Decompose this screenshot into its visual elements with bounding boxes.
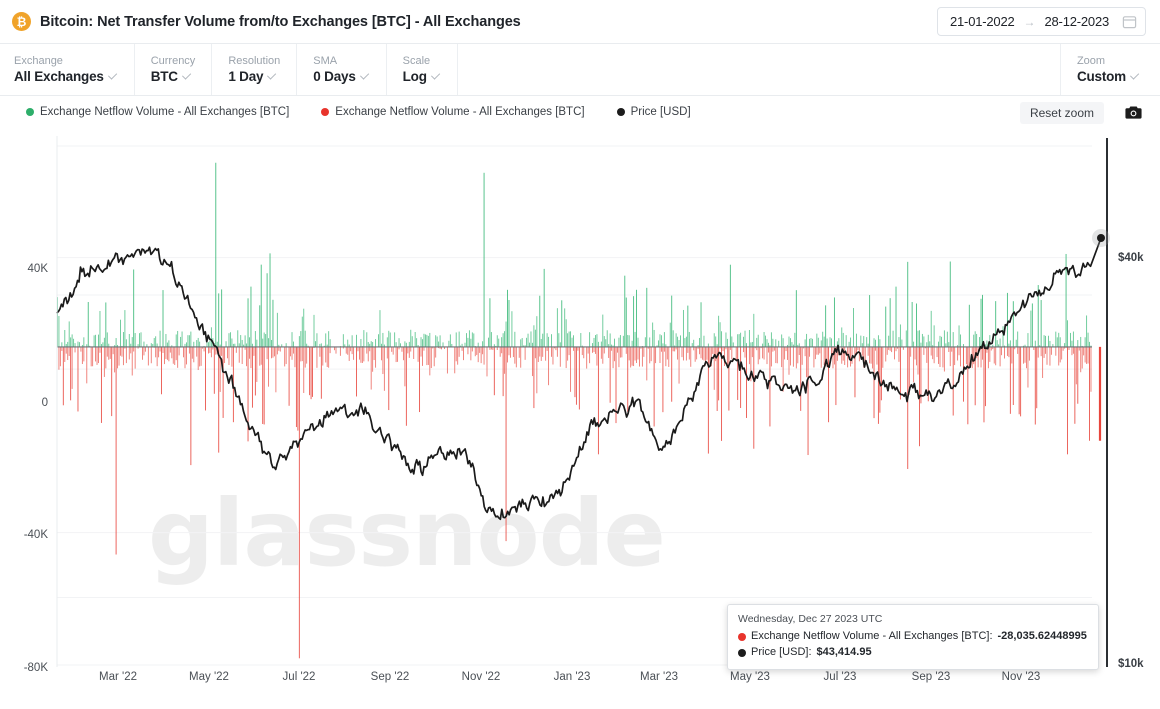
svg-text:Jul '22: Jul '22 — [283, 671, 316, 683]
tooltip-dot-red — [738, 633, 746, 642]
tooltip-netflow-label: Exchange Netflow Volume - All Exchanges … — [751, 630, 993, 643]
control-currency-label: Currency — [150, 54, 196, 67]
control-sma-label: SMA — [313, 54, 338, 67]
control-currency[interactable]: Currency BTC — [135, 44, 213, 95]
calendar-icon[interactable] — [1122, 14, 1137, 29]
tooltip-dot-black — [738, 649, 746, 658]
camera-icon[interactable] — [1120, 101, 1146, 123]
chart-header: ₿ Bitcoin: Net Transfer Volume from/to E… — [0, 0, 1160, 44]
control-scale[interactable]: Scale Log — [387, 44, 458, 95]
page-title: Bitcoin: Net Transfer Volume from/to Exc… — [40, 13, 521, 30]
date-to[interactable]: 28-12-2023 — [1045, 14, 1110, 29]
svg-text:Jul '23: Jul '23 — [824, 671, 857, 683]
date-from[interactable]: 21-01-2022 — [950, 14, 1015, 29]
control-scale-label: Scale — [402, 54, 431, 67]
svg-text:Nov '23: Nov '23 — [1002, 671, 1041, 683]
legend-dot-red — [321, 108, 330, 116]
legend-label: Price [USD] — [630, 106, 691, 118]
control-zoom-label: Zoom — [1076, 54, 1106, 67]
control-currency-value[interactable]: BTC — [151, 69, 196, 84]
svg-text:$40k: $40k — [1118, 252, 1144, 264]
chart-toolbar: Exchange All Exchanges Currency BTC Reso… — [0, 44, 1160, 96]
legend-item-netflow-positive[interactable]: Exchange Netflow Volume - All Exchanges … — [26, 106, 289, 118]
legend-item-netflow-negative[interactable]: Exchange Netflow Volume - All Exchanges … — [321, 106, 585, 118]
control-exchange-label: Exchange — [14, 54, 63, 67]
control-zoom[interactable]: Zoom Custom — [1059, 44, 1160, 95]
chevron-down-icon — [430, 70, 440, 81]
svg-text:Nov '22: Nov '22 — [462, 671, 501, 683]
bitcoin-logo-icon: ₿ — [12, 12, 31, 31]
chart-legend: Exchange Netflow Volume - All Exchanges … — [0, 96, 1160, 128]
svg-text:Mar '23: Mar '23 — [640, 671, 678, 683]
control-zoom-value[interactable]: Custom — [1077, 69, 1140, 84]
svg-text:Sep '22: Sep '22 — [371, 671, 410, 683]
control-sma-value[interactable]: 0 Days — [313, 69, 369, 84]
svg-text:0: 0 — [42, 397, 48, 409]
chevron-down-icon — [107, 70, 117, 81]
chevron-down-icon — [1129, 70, 1140, 81]
control-scale-value[interactable]: Log — [403, 69, 441, 84]
control-resolution-label: Resolution — [228, 54, 281, 67]
chevron-down-icon — [181, 70, 192, 81]
svg-text:May '23: May '23 — [730, 671, 770, 683]
chevron-down-icon — [267, 70, 277, 81]
svg-text:May '22: May '22 — [189, 671, 229, 683]
control-exchange-value[interactable]: All Exchanges — [14, 69, 118, 84]
reset-zoom-button[interactable]: Reset zoom — [1019, 102, 1104, 124]
svg-text:-80K: -80K — [24, 662, 49, 674]
chart-plot-area[interactable]: glassnode 40K 0 -40K -80K $40k $10k Mar '22 May… — [0, 128, 1160, 709]
tooltip-price-label: Price [USD]: — [751, 646, 812, 659]
tooltip-row-netflow: Exchange Netflow Volume - All Exchanges … — [738, 629, 1087, 645]
control-resolution-value[interactable]: 1 Day — [228, 69, 280, 84]
svg-text:Mar '22: Mar '22 — [99, 671, 137, 683]
svg-text:Jan '23: Jan '23 — [554, 671, 591, 683]
control-sma[interactable]: SMA 0 Days — [297, 44, 387, 95]
chart-tooltip: Wednesday, Dec 27 2023 UTC Exchange Netf… — [727, 604, 1099, 671]
tooltip-date: Wednesday, Dec 27 2023 UTC — [738, 613, 883, 625]
svg-text:$10k: $10k — [1118, 658, 1144, 670]
control-resolution[interactable]: Resolution 1 Day — [212, 44, 298, 95]
date-range-picker[interactable]: 21-01-2022 → 28-12-2023 — [937, 7, 1146, 36]
control-exchange[interactable]: Exchange All Exchanges — [0, 44, 135, 95]
legend-label: Exchange Netflow Volume - All Exchanges … — [40, 106, 290, 118]
legend-dot-green — [26, 108, 34, 116]
legend-label: Exchange Netflow Volume - All Exchanges … — [335, 106, 585, 118]
legend-dot-black — [616, 108, 625, 116]
date-range-arrow: → — [1023, 14, 1036, 29]
svg-text:40K: 40K — [28, 263, 49, 275]
tooltip-price-value: $43,414.95 — [816, 646, 872, 659]
svg-text:-40K: -40K — [24, 529, 49, 541]
tooltip-row-price: Price [USD]: $43,414.95 — [738, 645, 1087, 661]
legend-item-price[interactable]: Price [USD] — [616, 106, 691, 118]
glassnode-chart-page: ₿ Bitcoin: Net Transfer Volume from/to E… — [0, 0, 1160, 709]
svg-text:Sep '23: Sep '23 — [912, 671, 951, 683]
netflow-bars — [57, 162, 1092, 659]
chevron-down-icon — [359, 70, 369, 81]
tooltip-netflow-value: -28,035.62448995 — [997, 630, 1087, 643]
